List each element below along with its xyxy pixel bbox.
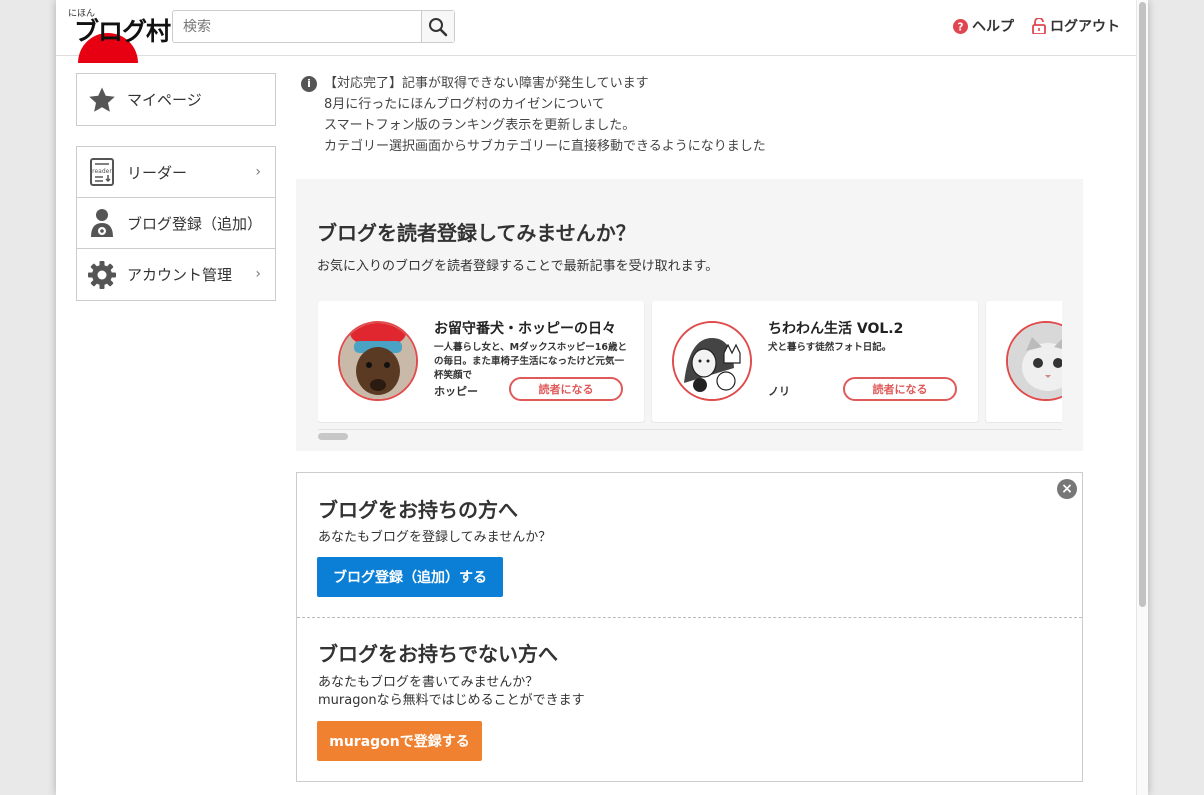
has-blog-section: ブログをお持ちの方へ あなたもブログを登録してみませんか？ ブログ登録（追加）す… <box>297 473 1082 618</box>
register-blog-button[interactable]: ブログ登録（追加）する <box>317 557 503 597</box>
site-header: にほん ブログ村 ? ヘルプ <box>56 0 1148 63</box>
sidebar-item-reader[interactable]: reader リーダー › <box>77 147 275 198</box>
help-icon: ? <box>953 18 968 34</box>
sidebar-item-label: アカウント管理 <box>127 266 233 284</box>
carousel-scrollbar-thumb[interactable] <box>318 433 348 440</box>
sidebar-menu-box: reader リーダー › ブログ登録（追加） アカウント管理 › <box>76 146 276 301</box>
sidebar-item-label: ブログ登録（追加） <box>127 214 263 233</box>
blog-card-carousel[interactable]: お留守番犬・ホッピーの日々 一人暮らし女と、Mダックスホッピー16歳との毎日。ま… <box>318 301 1062 423</box>
blog-card[interactable]: ちわわん生活 VOL.2 犬と暮らす徒然フォト日記。 ノリ 読者になる <box>652 301 978 422</box>
notice-text[interactable]: 8月に行ったにほんブログ村のカイゼンについて <box>324 94 605 115</box>
sidebar-item-blog-register[interactable]: ブログ登録（追加） <box>77 198 275 249</box>
lock-icon <box>1032 18 1046 34</box>
sidebar-item-label: リーダー <box>127 163 188 182</box>
svg-text:reader: reader <box>92 168 112 175</box>
no-blog-title: ブログをお持ちでない方へ <box>318 642 558 666</box>
help-link[interactable]: ? ヘルプ <box>953 16 1014 36</box>
notice-item[interactable]: カテゴリー選択画面からサブカテゴリーに直接移動できるようになりました <box>301 136 766 157</box>
blog-card-author: ホッピー <box>434 385 478 398</box>
blog-card-title[interactable]: お留守番犬・ホッピーの日々 <box>434 318 616 338</box>
notice-item[interactable]: スマートフォン版のランキング表示を更新しました。 <box>301 115 766 136</box>
help-label: ヘルプ <box>972 19 1014 35</box>
info-icon: i <box>301 75 317 92</box>
notice-text[interactable]: 【対応完了】記事が取得できない障害が発生しています <box>324 73 649 94</box>
svg-text:?: ? <box>958 21 964 33</box>
blog-avatar-dog <box>338 321 418 401</box>
blog-avatar-cat <box>1006 321 1062 401</box>
chevron-right-icon: › <box>255 164 261 180</box>
follow-button[interactable]: 読者になる <box>509 377 623 401</box>
reader-suggestion-panel: ブログを読者登録してみませんか？ お気に入りのブログを読者登録することで最新記事… <box>296 179 1083 451</box>
search-input[interactable] <box>173 11 421 42</box>
sidebar-item-account[interactable]: アカウント管理 › <box>77 249 275 300</box>
blog-card-author: ノリ <box>768 385 790 398</box>
user-gear-icon <box>87 208 117 238</box>
notice-item[interactable]: i 【対応完了】記事が取得できない障害が発生しています <box>301 73 766 94</box>
no-blog-text-2: muragonなら無料ではじめることができます <box>318 693 585 708</box>
sidebar-item-mypage[interactable]: マイページ <box>77 74 275 125</box>
page-scrollbar-thumb[interactable] <box>1139 2 1146 607</box>
sidebar-mypage-box: マイページ <box>76 73 276 126</box>
notice-text[interactable]: カテゴリー選択画面からサブカテゴリーに直接移動できるようになりました <box>324 136 766 157</box>
carousel-scrollbar[interactable] <box>318 429 1062 441</box>
gear-icon <box>87 260 117 290</box>
logout-label: ログアウト <box>1050 19 1120 35</box>
follow-button[interactable]: 読者になる <box>843 377 957 401</box>
blog-card-description: 犬と暮らす徒然フォト日記。 <box>768 342 892 353</box>
reader-icon: reader <box>87 157 117 187</box>
notice-item[interactable]: 8月に行ったにほんブログ村のカイゼンについて <box>301 94 766 115</box>
no-blog-section: ブログをお持ちでない方へ あなたもブログを書いてみませんか？ muragonなら… <box>297 618 1082 781</box>
chevron-right-icon: › <box>255 266 261 282</box>
reader-panel-title: ブログを読者登録してみませんか？ <box>317 221 636 245</box>
search-icon <box>429 17 448 36</box>
sidebar-item-label: マイページ <box>127 91 202 109</box>
search-box <box>172 10 455 43</box>
notice-text[interactable]: スマートフォン版のランキング表示を更新しました。 <box>324 115 635 136</box>
has-blog-text: あなたもブログを登録してみませんか？ <box>318 530 552 545</box>
star-icon <box>87 85 117 115</box>
blog-register-panel: × ブログをお持ちの方へ あなたもブログを登録してみませんか？ ブログ登録（追加… <box>296 472 1083 782</box>
sidebar: マイページ reader リーダー › ブログ登録（追加） アカウント管理 › <box>76 73 276 301</box>
header-links: ? ヘルプ ログアウト <box>953 16 1120 36</box>
browser-page: にほん ブログ村 ? ヘルプ <box>56 0 1148 795</box>
page-scrollbar[interactable] <box>1136 0 1148 795</box>
notice-list: i 【対応完了】記事が取得できない障害が発生しています 8月に行ったにほんブログ… <box>301 73 766 157</box>
muragon-register-button[interactable]: muragonで登録する <box>317 721 482 761</box>
logout-link[interactable]: ログアウト <box>1032 16 1120 36</box>
has-blog-title: ブログをお持ちの方へ <box>318 498 518 522</box>
blog-card-title[interactable]: ちわわん生活 VOL.2 <box>768 318 903 338</box>
blog-avatar-illustration <box>672 321 752 401</box>
site-logo[interactable]: にほん ブログ村 <box>68 6 171 63</box>
reader-panel-description: お気に入りのブログを読者登録することで最新記事を受け取れます。 <box>317 259 719 274</box>
search-button[interactable] <box>421 11 454 42</box>
logo-main-text: ブログ村 <box>74 17 171 46</box>
blog-card-partial[interactable] <box>986 301 1062 422</box>
blog-card[interactable]: お留守番犬・ホッピーの日々 一人暮らし女と、Mダックスホッピー16歳との毎日。ま… <box>318 301 644 422</box>
no-blog-text-1: あなたもブログを書いてみませんか？ <box>318 675 539 690</box>
